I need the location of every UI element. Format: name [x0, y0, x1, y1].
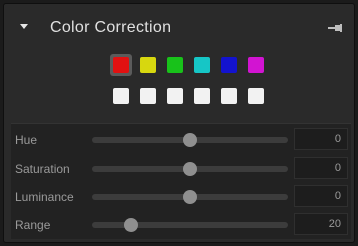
value-field-range[interactable]: 20 [294, 213, 348, 235]
swatch-magenta[interactable] [245, 54, 267, 76]
value-text-range: 20 [328, 218, 341, 230]
slider-label-luminance: Luminance [15, 190, 74, 204]
slider-thumb-saturation[interactable] [183, 162, 197, 176]
color-correction-panel: Color Correction Hue 0 Saturation 0 Luminanc… [3, 3, 355, 243]
swatch-yellow[interactable] [137, 54, 159, 76]
slider-row-saturation: Saturation 0 [11, 155, 351, 181]
color-swatch-row [110, 54, 267, 76]
adjustment-sliders: Hue 0 Saturation 0 Luminance 0 Range 20 [11, 123, 351, 239]
swatch-yellow-color [140, 57, 156, 73]
value-field-saturation[interactable]: 0 [294, 157, 348, 179]
swatch-neutral-5[interactable] [221, 88, 237, 104]
swatch-neutral-4[interactable] [194, 88, 210, 104]
swatch-green[interactable] [164, 54, 186, 76]
value-field-hue[interactable]: 0 [294, 128, 348, 150]
slider-thumb-hue[interactable] [183, 133, 197, 147]
swatch-cyan[interactable] [191, 54, 213, 76]
triangle-down-icon[interactable] [20, 24, 28, 29]
value-text-luminance: 0 [334, 190, 341, 202]
panel-header[interactable]: Color Correction [4, 4, 354, 40]
slider-thumb-range[interactable] [124, 218, 139, 232]
slider-track-range[interactable] [92, 222, 288, 228]
swatch-red[interactable] [110, 54, 132, 76]
slider-label-range: Range [15, 218, 51, 232]
pin-icon[interactable] [328, 24, 342, 32]
panel-title: Color Correction [50, 19, 172, 36]
swatch-neutral-2[interactable] [140, 88, 156, 104]
slider-row-range: Range 20 [11, 211, 351, 237]
slider-thumb-luminance[interactable] [183, 190, 197, 204]
swatch-neutral-6[interactable] [248, 88, 264, 104]
swatch-green-color [167, 57, 183, 73]
swatch-red-color [113, 57, 129, 73]
swatch-neutral-3[interactable] [167, 88, 183, 104]
slider-row-hue: Hue 0 [11, 126, 351, 152]
swatch-magenta-color [248, 57, 264, 73]
value-text-hue: 0 [334, 133, 341, 145]
neutral-swatch-row [113, 88, 264, 104]
swatch-blue[interactable] [218, 54, 240, 76]
slider-row-luminance: Luminance 0 [11, 183, 351, 209]
value-field-luminance[interactable]: 0 [294, 185, 348, 207]
swatch-cyan-color [194, 57, 210, 73]
value-text-saturation: 0 [334, 162, 341, 174]
swatch-neutral-1[interactable] [113, 88, 129, 104]
slider-label-hue: Hue [15, 133, 38, 147]
swatch-blue-color [221, 57, 237, 73]
slider-label-saturation: Saturation [15, 162, 70, 176]
